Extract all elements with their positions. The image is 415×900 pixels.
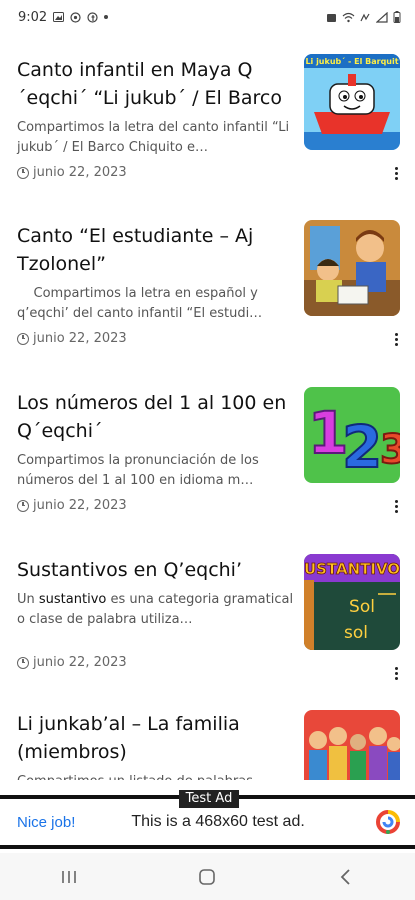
alarm-icon xyxy=(327,13,336,22)
ad-text[interactable]: This is a 468x60 test ad. xyxy=(131,813,304,831)
article-excerpt: Un sustantivo es una categoria gramatica… xyxy=(17,592,294,627)
article-title[interactable]: Canto infantil en Maya Q´eqchi´ “Li juku… xyxy=(17,56,289,112)
article-feed[interactable]: Canto infantil en Maya Q´eqchi´ “Li juku… xyxy=(0,34,415,780)
home-icon xyxy=(199,868,216,885)
recent-apps-button[interactable] xyxy=(49,862,89,892)
excerpt-highlight: sustantivo xyxy=(38,592,107,607)
article-item[interactable]: Sustantivos en Q’eqchi’ Un sustantivo es… xyxy=(0,534,415,684)
more-options-icon[interactable] xyxy=(390,330,402,348)
home-button[interactable] xyxy=(187,862,227,892)
article-thumbnail[interactable] xyxy=(304,220,400,316)
svg-text:Sol: Sol xyxy=(349,597,375,617)
ad-cta[interactable]: Nice job! xyxy=(17,814,75,831)
ad-label: Test Ad xyxy=(179,790,239,808)
system-nav-bar xyxy=(0,853,415,900)
article-date-text: junio 22, 2023 xyxy=(33,331,127,346)
article-thumbnail[interactable]: 1 2 3 xyxy=(304,387,400,483)
facebook-icon xyxy=(87,11,98,23)
clock-icon xyxy=(17,332,29,345)
article-excerpt: Compartimos un listado de palabras xyxy=(17,772,295,780)
thumb-title-text: USTANTIVO xyxy=(304,560,400,578)
notification-dot-icon xyxy=(104,15,109,19)
clock-icon xyxy=(17,166,29,179)
whatsapp-icon xyxy=(70,11,81,23)
article-title[interactable]: Los números del 1 al 100 en Q´eqchi´ xyxy=(17,389,289,445)
article-excerpt: Compartimos la letra en español y q’eqch… xyxy=(17,286,263,321)
battery-icon xyxy=(393,11,401,23)
article-item[interactable]: Li junkab’al – La familia (miembros) Com… xyxy=(0,700,415,780)
article-date: junio 22, 2023 xyxy=(17,165,127,180)
more-options-icon[interactable] xyxy=(390,164,402,182)
article-title[interactable]: Li junkab’al – La familia (miembros) xyxy=(17,710,289,766)
wifi-icon xyxy=(342,12,355,22)
article-thumbnail[interactable]: Li jukub´ - El Barquit xyxy=(304,54,400,150)
article-item[interactable]: Canto “El estudiante – Aj Tzolonel” Comp… xyxy=(0,200,415,350)
status-left: 9:02 xyxy=(18,9,109,25)
article-excerpt: Compartimos la letra del canto infantil … xyxy=(17,120,290,155)
article-date: junio 22, 2023 xyxy=(17,331,127,346)
clock-icon xyxy=(17,499,29,512)
article-date-text: junio 22, 2023 xyxy=(33,165,127,180)
svg-text:sol: sol xyxy=(344,623,368,643)
clock-icon xyxy=(17,656,29,669)
gallery-icon xyxy=(53,12,65,22)
signal-icon xyxy=(376,11,388,23)
svg-text:3: 3 xyxy=(380,427,400,473)
article-title[interactable]: Sustantivos en Q’eqchi’ xyxy=(17,556,289,584)
back-button[interactable] xyxy=(326,862,366,892)
status-bar: 9:02 xyxy=(0,0,415,34)
article-thumbnail[interactable]: USTANTIVO Sol sol xyxy=(304,554,400,650)
article-date-text: junio 22, 2023 xyxy=(33,655,127,670)
article-item[interactable]: Canto infantil en Maya Q´eqchi´ “Li juku… xyxy=(0,34,415,184)
status-right xyxy=(326,11,401,23)
status-time: 9:02 xyxy=(18,9,48,25)
article-date: junio 22, 2023 xyxy=(17,655,127,670)
article-item[interactable]: Los números del 1 al 100 en Q´eqchi´ Com… xyxy=(0,367,415,517)
back-icon xyxy=(340,868,350,885)
thumb-title-text: Li jukub´ - El Barquit xyxy=(305,56,398,66)
svg-text:2: 2 xyxy=(342,413,382,481)
ad-logo-icon[interactable] xyxy=(375,809,401,835)
recent-apps-icon xyxy=(62,870,76,883)
article-date-text: junio 22, 2023 xyxy=(33,498,127,513)
article-date: junio 22, 2023 xyxy=(17,498,127,513)
vibrate-icon xyxy=(360,13,370,21)
article-thumbnail[interactable] xyxy=(304,710,400,780)
article-excerpt: Compartimos la pronunciación de los núme… xyxy=(17,453,259,488)
more-options-icon[interactable] xyxy=(390,497,402,515)
more-options-icon[interactable] xyxy=(390,664,402,682)
article-title[interactable]: Canto “El estudiante – Aj Tzolonel” xyxy=(17,222,289,278)
